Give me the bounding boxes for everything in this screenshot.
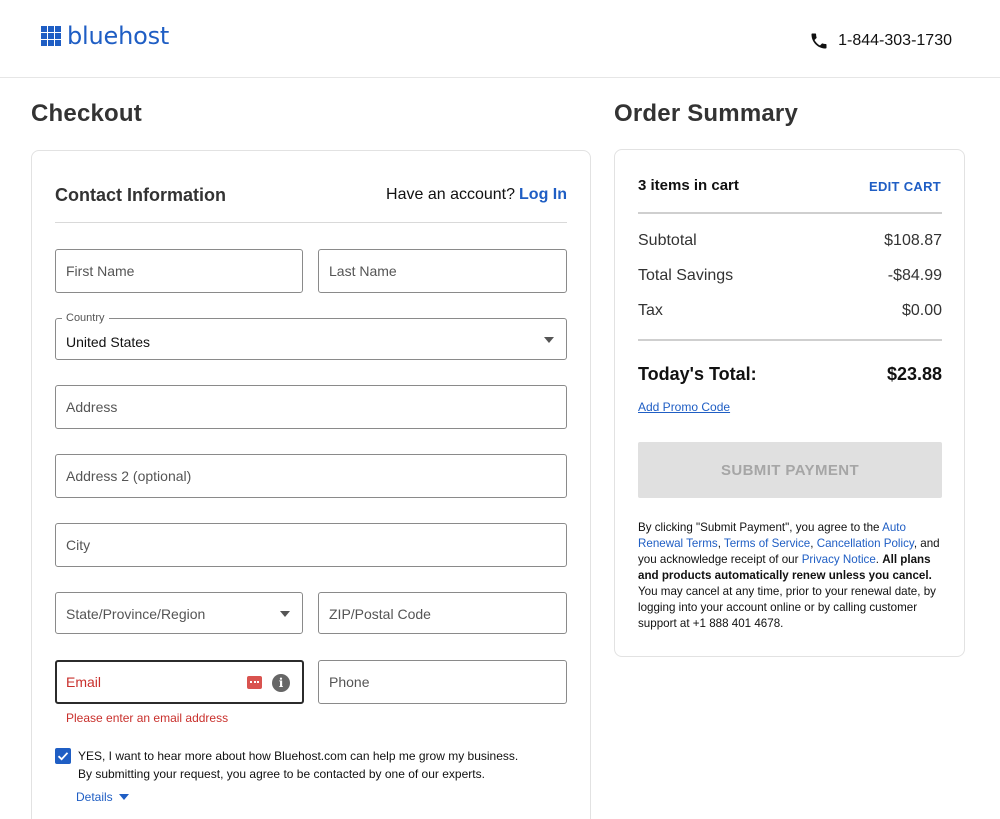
contact-header: Contact Information Have an account? Log … — [55, 183, 567, 223]
email-error-message: Please enter an email address — [66, 711, 229, 725]
address-placeholder: Address — [66, 399, 118, 415]
first-name-placeholder: First Name — [66, 263, 135, 279]
legal-part: You may cancel at any time, prior to you… — [638, 585, 936, 630]
subtotal-value: $108.87 — [884, 232, 942, 249]
info-icon[interactable]: i — [272, 674, 290, 692]
caret-down-icon — [118, 794, 129, 800]
email-placeholder: Email — [66, 674, 102, 690]
order-summary-card: 3 items in cart EDIT CART Subtotal $108.… — [614, 149, 965, 657]
privacy-notice-link[interactable]: Privacy Notice — [802, 553, 876, 566]
contact-form-card: Contact Information Have an account? Log … — [31, 150, 591, 819]
last-name-placeholder: Last Name — [329, 263, 397, 279]
logo-text: bluehost — [67, 22, 170, 50]
phone-number: 1-844-303-1730 — [838, 32, 952, 49]
legal-text: By clicking "Submit Payment", you agree … — [638, 520, 944, 632]
address-field[interactable]: Address — [55, 385, 567, 429]
country-value: United States — [66, 334, 151, 350]
contact-info-title: Contact Information — [55, 185, 226, 205]
support-phone[interactable]: 1-844-303-1730 — [809, 31, 952, 51]
details-label: Details — [76, 790, 113, 804]
city-placeholder: City — [66, 537, 91, 553]
optin-checkbox[interactable] — [55, 748, 71, 764]
submit-payment-button[interactable]: SUBMIT PAYMENT — [638, 442, 942, 498]
have-account-text: Have an account? — [386, 186, 516, 203]
address2-field[interactable]: Address 2 (optional) — [55, 454, 567, 498]
phone-field[interactable]: Phone — [318, 660, 567, 704]
divider — [638, 339, 942, 341]
optin-text: YES, I want to hear more about how Blueh… — [78, 747, 558, 783]
checkmark-icon — [57, 752, 69, 761]
tax-label: Tax — [638, 302, 663, 319]
optin-line-1: YES, I want to hear more about how Blueh… — [78, 749, 519, 763]
edit-cart-link[interactable]: EDIT CART — [869, 179, 941, 194]
caret-down-icon — [544, 337, 554, 343]
address2-placeholder: Address 2 (optional) — [66, 468, 192, 484]
total-label: Today's Total: — [638, 364, 757, 384]
top-header: bluehost 1-844-303-1730 — [0, 0, 1000, 78]
cancellation-policy-link[interactable]: Cancellation Policy — [817, 537, 914, 550]
order-summary-title: Order Summary — [614, 100, 799, 127]
city-field[interactable]: City — [55, 523, 567, 567]
country-label: Country — [62, 312, 109, 324]
legal-part: By clicking "Submit Payment", you agree … — [638, 521, 883, 534]
terms-of-service-link[interactable]: Terms of Service — [724, 537, 810, 550]
have-account-prompt: Have an account? Log In — [386, 186, 567, 204]
email-field[interactable]: Email i — [55, 660, 304, 704]
subtotal-label: Subtotal — [638, 232, 697, 249]
total-value: $23.88 — [886, 364, 942, 384]
divider — [638, 212, 942, 214]
add-promo-code-link[interactable]: Add Promo Code — [638, 400, 730, 414]
state-placeholder: State/Province/Region — [66, 606, 206, 622]
phone-placeholder: Phone — [329, 674, 370, 690]
error-badge-icon — [247, 676, 262, 689]
country-select[interactable]: Country United States — [55, 312, 567, 360]
savings-label: Total Savings — [638, 267, 734, 284]
zip-field[interactable]: ZIP/Postal Code — [318, 592, 567, 634]
state-select[interactable]: State/Province/Region — [55, 592, 303, 634]
zip-placeholder: ZIP/Postal Code — [329, 606, 431, 622]
phone-icon — [811, 33, 827, 49]
optin-line-2: By submitting your request, you agree to… — [78, 767, 485, 781]
checkout-title: Checkout — [31, 100, 142, 127]
logo-grid-icon — [41, 26, 62, 46]
caret-down-icon — [280, 611, 290, 617]
last-name-field[interactable]: Last Name — [318, 249, 567, 293]
login-link[interactable]: Log In — [519, 186, 567, 203]
details-toggle[interactable]: Details — [76, 790, 129, 804]
tax-value: $0.00 — [901, 302, 942, 319]
first-name-field[interactable]: First Name — [55, 249, 303, 293]
bluehost-logo[interactable]: bluehost — [41, 22, 170, 50]
savings-value: -$84.99 — [887, 267, 942, 284]
cart-item-count: 3 items in cart — [638, 177, 739, 194]
